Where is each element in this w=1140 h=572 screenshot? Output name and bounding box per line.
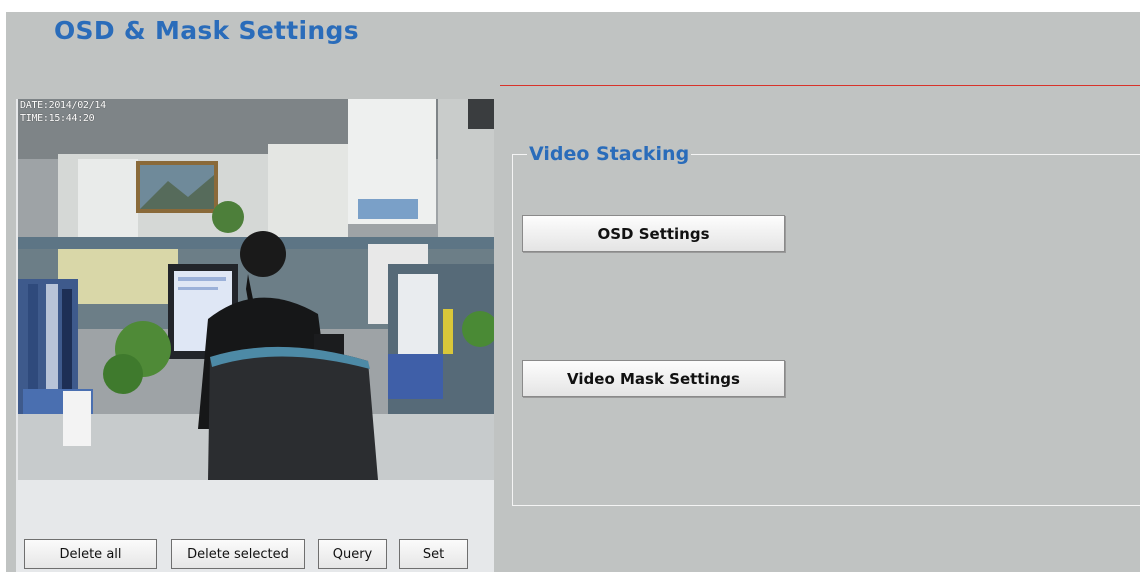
- delete-selected-button[interactable]: Delete selected: [171, 539, 305, 569]
- settings-page: OSD & Mask Settings DATE:2014/02/14 TIME…: [6, 12, 1140, 572]
- delete-all-button[interactable]: Delete all: [24, 539, 157, 569]
- query-button[interactable]: Query: [318, 539, 387, 569]
- video-preview-panel: DATE:2014/02/14 TIME:15:44:20 Delete all…: [16, 99, 494, 572]
- set-button[interactable]: Set: [399, 539, 468, 569]
- video-mask-settings-button[interactable]: Video Mask Settings: [522, 360, 785, 397]
- camera-video-feed[interactable]: DATE:2014/02/14 TIME:15:44:20: [18, 99, 494, 480]
- page-title: OSD & Mask Settings: [54, 16, 359, 45]
- office-scene-image: [18, 99, 494, 480]
- title-divider: [500, 85, 1140, 86]
- osd-settings-button[interactable]: OSD Settings: [522, 215, 785, 252]
- preview-button-row: Delete all Delete selected Query Set: [16, 539, 494, 569]
- video-stacking-title: Video Stacking: [527, 143, 692, 165]
- osd-date-overlay: DATE:2014/02/14: [20, 100, 106, 111]
- osd-time-overlay: TIME:15:44:20: [20, 113, 95, 124]
- video-stacking-group: Video Stacking OSD Settings Video Mask S…: [512, 143, 1140, 506]
